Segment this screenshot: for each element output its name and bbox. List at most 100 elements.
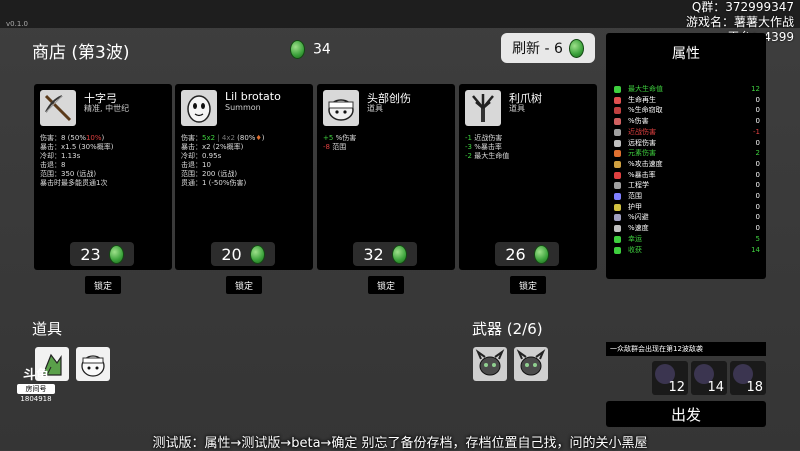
attribute-label: %速度 — [628, 224, 649, 233]
attribute-label: %伤害 — [628, 117, 649, 126]
attribute-row: 近战伤害 -1 — [614, 128, 760, 137]
shop-item-crossbow: 十字弓 精准, 中世纪 伤害：8 (50%10%) 暴击：x1.5 (30%概率… — [34, 84, 172, 270]
coin-icon — [391, 244, 407, 264]
attribute-value: 0 — [755, 202, 760, 211]
attribute-value: 0 — [755, 224, 760, 233]
overlay-game-name: 游戏名：薯薯大作战 — [685, 15, 794, 29]
coin-amount: 34 — [313, 41, 331, 58]
item-tags: 道具 — [509, 104, 525, 113]
attribute-value: 0 — [755, 95, 760, 104]
attribute-icon — [614, 171, 621, 179]
attribute-label: 护甲 — [628, 202, 642, 211]
stat-line: 贯通：1 (-50%伤害) — [181, 179, 247, 187]
coin-icon — [249, 244, 265, 264]
bandage-head-icon — [81, 355, 105, 377]
owned-item-slot[interactable] — [76, 347, 110, 381]
attribute-icon — [614, 160, 621, 168]
attribute-value: 0 — [755, 192, 760, 200]
reroll-label: 刷新 - 6 — [512, 41, 563, 57]
attribute-value: 0 — [755, 159, 760, 168]
stat-line: 暴击时最多能贯通1次 — [40, 179, 108, 187]
attribute-icon — [614, 139, 621, 147]
wave-notice: 一众敌群会出现在第12波敌袭 — [606, 342, 766, 356]
enemy-preview: 18 — [730, 361, 766, 395]
buy-button[interactable]: 23 — [70, 242, 134, 266]
douyu-logo: 斗鱼 房间号 1804918 — [14, 364, 58, 418]
stat-line: 范围：350 (远战) — [40, 170, 97, 178]
coin-counter: 34 — [290, 40, 331, 59]
attribute-value: 0 — [755, 213, 760, 222]
stat-line: 伤害：5x2 | 4x2 (80%♦) — [181, 134, 265, 142]
attribute-icon — [614, 107, 621, 115]
attribute-icon — [614, 246, 621, 254]
weapon-slot[interactable] — [514, 347, 548, 381]
buy-button[interactable]: 32 — [353, 242, 417, 266]
coin-icon — [568, 38, 584, 58]
attribute-value: 0 — [755, 106, 760, 115]
stat-line: -3 %暴击率 — [465, 143, 502, 151]
attribute-icon — [614, 225, 621, 233]
attribute-value: 0 — [755, 181, 760, 190]
attribute-label: %生命窃取 — [628, 106, 663, 115]
attribute-icon — [614, 96, 621, 104]
lock-button[interactable]: 锁定 — [226, 276, 262, 294]
go-button[interactable]: 出发 — [606, 401, 766, 427]
attribute-label: %暴击率 — [628, 170, 656, 179]
attribute-row: 生命再生 0 — [614, 96, 760, 105]
bandage-head-icon — [323, 90, 359, 126]
enemy-count: 12 — [668, 380, 685, 395]
stat-line: -2 最大生命值 — [465, 152, 510, 160]
claw-tree-icon — [465, 90, 501, 126]
weapon-slot[interactable] — [473, 347, 507, 381]
attribute-value: 0 — [755, 117, 760, 126]
attribute-row: 元素伤害 2 — [614, 149, 760, 158]
enemy-preview: 12 — [652, 361, 688, 395]
version-label: v0.1.0 — [6, 20, 28, 28]
logo-room-number: 1804918 — [20, 395, 52, 403]
attribute-label: 元素伤害 — [628, 149, 656, 158]
horned-beast-weapon-icon — [516, 349, 546, 376]
attribute-row: %速度 0 — [614, 224, 760, 233]
attribute-value: 14 — [751, 245, 760, 254]
attribute-icon — [614, 235, 621, 243]
attribute-row: 幸运 5 — [614, 235, 760, 244]
logo-text: 斗鱼 — [22, 368, 49, 383]
attribute-label: 幸运 — [628, 234, 642, 243]
attribute-label: %闪避 — [628, 213, 649, 222]
lock-button[interactable]: 锁定 — [368, 276, 404, 294]
attribute-icon — [614, 182, 621, 190]
attribute-row: %攻击速度 0 — [614, 160, 760, 169]
coin-icon — [108, 244, 124, 264]
buy-button[interactable]: 20 — [211, 242, 275, 266]
attribute-icon — [614, 118, 621, 126]
attribute-label: 范围 — [628, 192, 642, 200]
attribute-row: 工程学 0 — [614, 181, 760, 190]
shop-item-claw-tree: 利爪树 道具 -1 近战伤害 -3 %暴击率 -2 最大生命值 26 — [459, 84, 597, 270]
item-stats: -1 近战伤害 -3 %暴击率 -2 最大生命值 — [465, 134, 593, 161]
attribute-row: %闪避 0 — [614, 213, 760, 222]
weapons-label: 武器 (2/6) — [472, 320, 543, 338]
stat-line: 冷却：0.95s — [181, 152, 222, 160]
stat-line: +5 %伤害 — [323, 134, 357, 142]
stat-line: 暴击：x1.5 (30%概率) — [40, 143, 114, 151]
item-name: Lil brotato — [225, 90, 281, 103]
attribute-value: 5 — [755, 234, 760, 243]
buy-button[interactable]: 26 — [495, 242, 559, 266]
attribute-label: %攻击速度 — [628, 159, 663, 168]
attribute-row: 远程伤害 0 — [614, 139, 760, 148]
lock-button[interactable]: 锁定 — [510, 276, 546, 294]
reroll-button[interactable]: 刷新 - 6 — [501, 33, 595, 63]
stat-line: -1 近战伤害 — [465, 134, 503, 142]
attribute-row: %暴击率 0 — [614, 171, 760, 180]
stat-line: 冷却：1.13s — [40, 152, 81, 160]
attributes-title: 属性 — [672, 46, 700, 62]
attribute-row: 护甲 0 — [614, 203, 760, 212]
stat-line: 范围：200 (远战) — [181, 170, 238, 178]
item-tags: 道具 — [367, 104, 383, 113]
attribute-value: 0 — [755, 170, 760, 179]
attribute-icon — [614, 193, 621, 200]
attribute-row: 范围 0 — [614, 192, 760, 201]
attribute-label: 收获 — [628, 245, 642, 254]
lock-button[interactable]: 锁定 — [85, 276, 121, 294]
overlay-qq: Q群：372999347 — [691, 0, 794, 14]
